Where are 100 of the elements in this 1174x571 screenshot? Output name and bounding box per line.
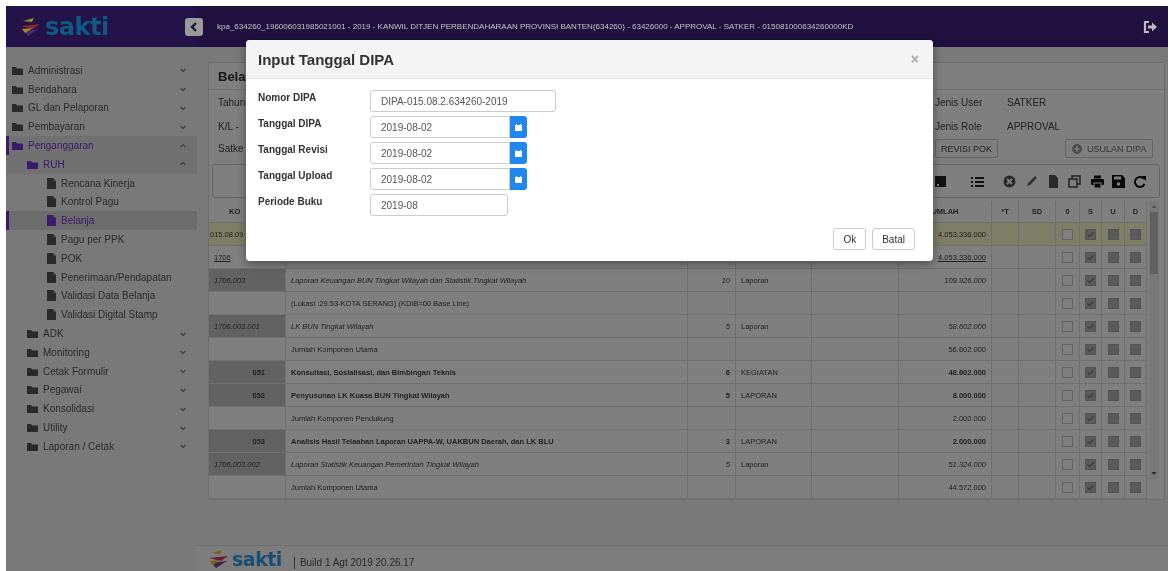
folder-icon — [27, 441, 38, 451]
dialog-button[interactable]: Batal — [872, 228, 915, 250]
list-icon[interactable] — [971, 174, 984, 188]
file-icon — [47, 271, 56, 283]
checkbox[interactable] — [1062, 481, 1073, 493]
folder-icon — [12, 65, 23, 75]
table-cell — [992, 223, 1019, 246]
folder-icon — [27, 347, 38, 357]
folder-icon — [12, 141, 23, 151]
field-value: APPROVAL — [1007, 120, 1062, 132]
logo-icon — [20, 16, 41, 37]
sidebar-item[interactable]: Rencana Kinerja — [6, 173, 197, 193]
window-title: kpa_634260_196006031985021001 - 2019 - KANWIL DITJEN PERBENDAHARAAN PROVINSI BANTEN(634260) - 63426000 - APPROVAL - SATKER - 015081000634260000KD — [217, 22, 854, 31]
sidebar-item[interactable]: Validasi Digital Stamp — [6, 305, 197, 325]
calendar-button[interactable] — [510, 168, 527, 190]
action-button[interactable]: REVISI POK — [935, 139, 999, 158]
calendar-button[interactable] — [510, 142, 527, 164]
sidebar-item[interactable]: Utility — [6, 418, 197, 437]
checkbox[interactable] — [1062, 297, 1073, 309]
sidebar-item[interactable]: Laporan / Cetak — [6, 436, 197, 456]
date-field[interactable]: 2019-08-02 — [370, 168, 510, 190]
folder-icon — [27, 366, 38, 376]
checkbox[interactable] — [1062, 320, 1073, 332]
calendar-icon — [515, 175, 522, 183]
sidebar-item[interactable]: Konsolidasi — [6, 399, 197, 419]
logo-text: sakti — [232, 547, 282, 570]
chevron-left-icon — [188, 20, 200, 33]
sidebar-item[interactable]: ADK — [6, 324, 197, 343]
sidebar-item[interactable]: Belanja — [6, 211, 197, 231]
sidebar-item[interactable]: Bendahara — [6, 79, 197, 99]
sidebar-item[interactable]: Penganggaran — [6, 136, 197, 155]
checkbox[interactable] — [1062, 274, 1073, 286]
refresh-icon[interactable] — [1133, 174, 1146, 188]
sidebar-item[interactable]: GL dan Pelaporan — [6, 98, 197, 118]
calendar-button[interactable] — [510, 116, 527, 138]
checkbox[interactable] — [1062, 343, 1073, 355]
checkbox[interactable] — [1062, 389, 1073, 401]
sidebar-item[interactable]: Monitoring — [6, 342, 197, 362]
sidebar-item[interactable]: Kontrol Pagu — [6, 192, 197, 212]
chevron-down-icon — [179, 66, 187, 75]
field-label: Jenis Role — [935, 120, 983, 132]
file-icon — [47, 177, 56, 189]
folder-icon — [12, 122, 23, 132]
collapse-button[interactable] — [185, 17, 203, 36]
file-icon — [47, 215, 56, 227]
checkbox[interactable] — [1062, 251, 1073, 263]
logo-icon — [208, 548, 229, 569]
save-icon[interactable] — [1112, 174, 1125, 188]
field-label: Nomor DIPA — [258, 91, 318, 105]
sidebar-item[interactable]: Administrasi — [6, 61, 197, 80]
sidebar-item[interactable]: Penerimaan/Pendapatan — [6, 267, 197, 287]
checkbox[interactable] — [1062, 228, 1073, 240]
logo-text: sakti — [45, 12, 109, 41]
checkbox[interactable] — [1062, 435, 1073, 447]
dialog-button[interactable]: Ok — [833, 228, 867, 250]
input-field[interactable]: 2019-08 — [370, 194, 508, 216]
date-field[interactable]: 2019-08-02 — [370, 116, 510, 138]
chevron-down-icon — [179, 104, 187, 112]
field-label: Satke — [218, 143, 245, 154]
sidebar-item[interactable]: Pagu per PPK — [6, 230, 197, 249]
sidebar-item[interactable]: Pegawai — [6, 380, 197, 400]
calendar-icon — [515, 123, 522, 131]
sidebar-item[interactable]: POK — [6, 248, 197, 268]
checkbox[interactable] — [1062, 458, 1073, 470]
sidebar-item[interactable]: Validasi Data Belanja — [6, 286, 197, 306]
build-info: Build 1 Agt 2019 20.26.17 — [293, 556, 415, 569]
chevron-down-icon — [179, 442, 187, 451]
folder-icon — [12, 84, 23, 94]
square-icon[interactable] — [934, 174, 947, 188]
chevron-down-icon — [179, 348, 187, 357]
input-field[interactable]: DIPA-015.08.2.634260-2019 — [370, 90, 556, 112]
file-icon — [47, 196, 56, 208]
date-field[interactable]: 2019-08-02 — [370, 142, 510, 164]
x-circle-icon[interactable] — [1003, 174, 1016, 188]
folder-icon — [27, 159, 38, 169]
field-label: Jenis User — [935, 96, 984, 108]
checkbox[interactable] — [1062, 366, 1073, 378]
file-icon — [47, 309, 56, 321]
calendar-icon — [515, 149, 522, 157]
sidebar-item[interactable]: Pembayaran — [6, 117, 197, 137]
file-icon[interactable] — [1047, 174, 1060, 188]
field-value: SATKER — [1007, 96, 1048, 108]
folder-icon — [12, 103, 23, 113]
chevron-down-icon — [179, 85, 187, 94]
chevron-up-icon — [179, 141, 187, 150]
field-label: K/L - — [218, 120, 240, 132]
table-cell — [992, 246, 1019, 269]
folder-icon — [27, 404, 38, 414]
logout-icon[interactable] — [1143, 19, 1158, 34]
folder-icon — [27, 385, 38, 395]
copy-icon[interactable] — [1068, 174, 1081, 188]
field-label: Tahun — [218, 96, 247, 108]
field-label: Tanggal Upload — [258, 169, 334, 183]
file-icon — [47, 290, 56, 302]
checkbox[interactable] — [1062, 412, 1073, 424]
sidebar-item[interactable]: Cetak Formulir — [6, 361, 197, 381]
field-label: Tanggal Revisi — [258, 143, 329, 157]
pencil-icon[interactable] — [1025, 174, 1038, 188]
scrollbar[interactable] — [1149, 201, 1159, 479]
print-icon[interactable] — [1091, 174, 1104, 188]
